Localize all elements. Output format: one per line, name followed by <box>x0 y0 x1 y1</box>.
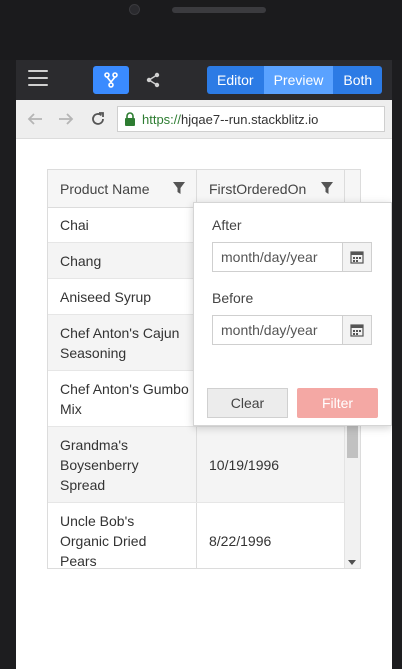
after-label: After <box>212 217 242 233</box>
product-name-cell: Chang <box>48 243 197 278</box>
editor-toolbar: Editor Preview Both <box>16 60 392 100</box>
view-both-button[interactable]: Both <box>333 66 383 94</box>
view-preview-button[interactable]: Preview <box>263 66 334 94</box>
fork-icon <box>104 72 118 88</box>
first-ordered-cell: 10/19/1996 <box>209 456 280 473</box>
filter-button[interactable]: Filter <box>297 388 378 418</box>
table-row[interactable]: Grandma's Boysenberry Spread 10/19/1996 <box>48 427 344 503</box>
first-ordered-cell: 8/22/1996 <box>209 532 272 549</box>
calendar-icon[interactable] <box>342 316 371 344</box>
scroll-down-arrow-icon[interactable] <box>348 560 356 565</box>
lock-icon <box>125 112 135 126</box>
share-icon[interactable] <box>142 69 164 91</box>
product-name-cell: Chef Anton's Gumbo Mix <box>48 371 197 426</box>
browser-address-bar: https://hjqae7--run.stackblitz.io <box>16 100 392 139</box>
url-host: hjqae7--run.stackblitz.io <box>181 111 319 127</box>
column-header-label: Product Name <box>60 180 150 197</box>
product-name-cell: Chef Anton's Cajun Seasoning <box>48 315 197 370</box>
product-name-cell: Grandma's Boysenberry Spread <box>48 427 197 502</box>
product-name-cell: Aniseed Syrup <box>48 279 197 314</box>
url-field[interactable]: https://hjqae7--run.stackblitz.io <box>117 106 385 132</box>
filter-icon[interactable] <box>320 181 334 195</box>
date-filter-popup: After month/day/year Before month/day/ye… <box>193 202 392 426</box>
filter-icon[interactable] <box>172 181 186 195</box>
reload-icon[interactable] <box>89 110 107 128</box>
url-scheme: https:// <box>142 111 182 127</box>
after-date-text[interactable]: month/day/year <box>213 243 342 271</box>
calendar-icon[interactable] <box>342 243 371 271</box>
before-label: Before <box>212 290 254 306</box>
product-name-cell: Chai <box>48 207 197 242</box>
after-date-input[interactable]: month/day/year <box>212 242 372 272</box>
scrollbar-thumb[interactable] <box>347 422 358 458</box>
product-name-cell: Uncle Bob's Organic Dried Pears <box>48 503 197 568</box>
forward-arrow-icon[interactable] <box>57 110 75 128</box>
column-header-label: FirstOrderedOn <box>209 180 307 197</box>
camera-icon <box>129 4 140 15</box>
column-header-product-name[interactable]: Product Name <box>48 170 197 207</box>
clear-button[interactable]: Clear <box>207 388 288 418</box>
table-row[interactable]: Uncle Bob's Organic Dried Pears 8/22/199… <box>48 503 344 568</box>
hamburger-menu-icon[interactable] <box>28 70 48 86</box>
device-bezel-top <box>0 0 402 60</box>
before-date-text[interactable]: month/day/year <box>213 316 342 344</box>
fork-button[interactable] <box>93 66 129 94</box>
view-mode-toggle: Editor Preview Both <box>207 66 383 94</box>
view-editor-button[interactable]: Editor <box>207 66 264 94</box>
before-date-input[interactable]: month/day/year <box>212 315 372 345</box>
device-screen: Editor Preview Both https://hjqae7--run.… <box>16 60 392 669</box>
back-arrow-icon[interactable] <box>26 110 44 128</box>
speaker-grille <box>172 7 266 13</box>
